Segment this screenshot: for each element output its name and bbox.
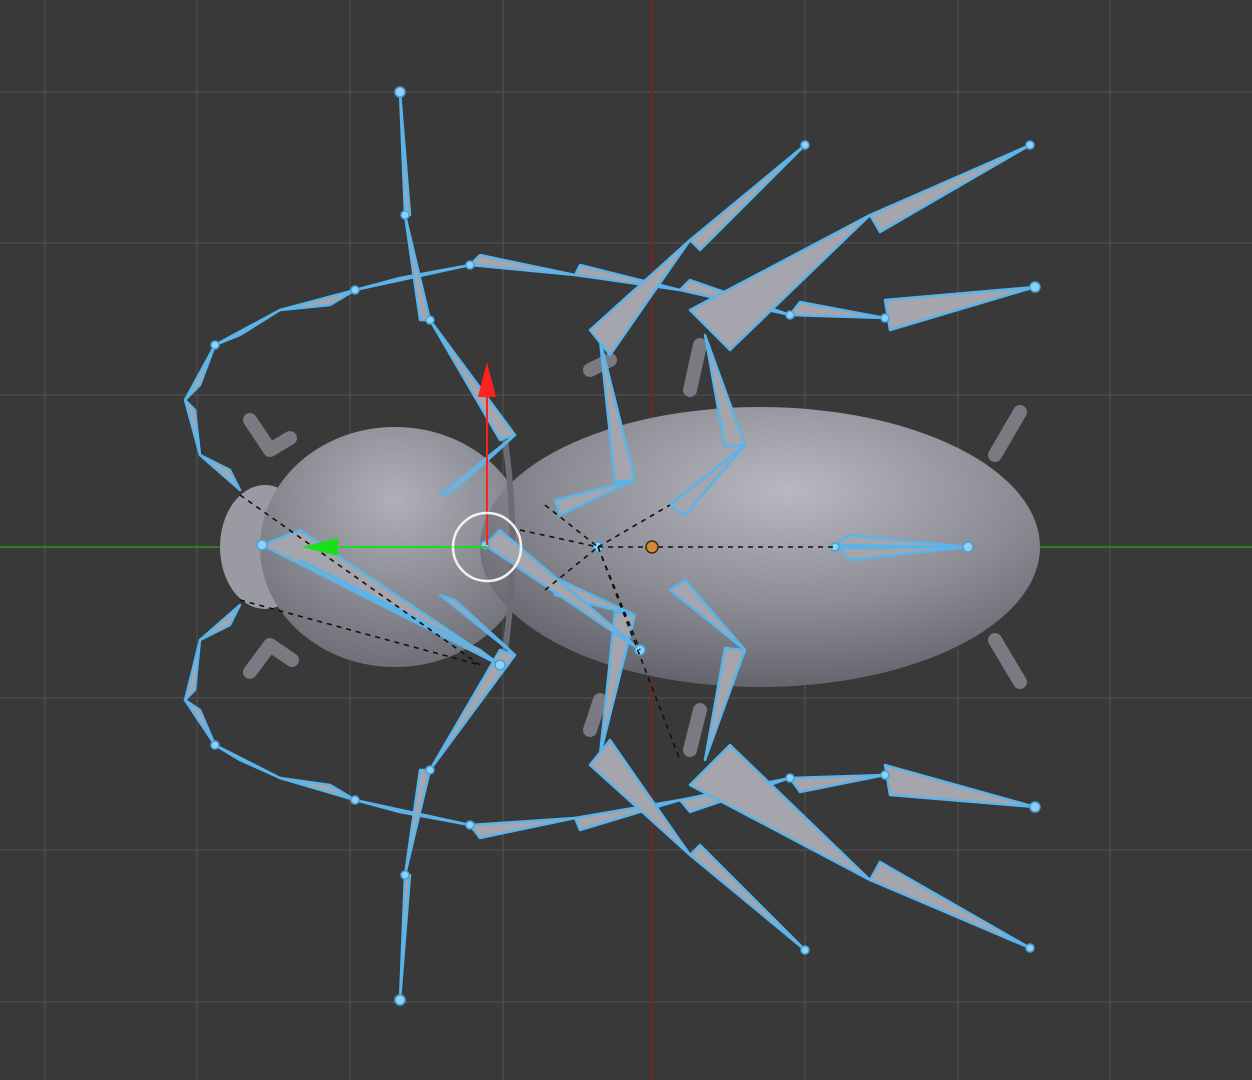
bone bbox=[278, 288, 357, 312]
bone bbox=[588, 238, 692, 357]
bone bbox=[588, 738, 692, 857]
bone bbox=[788, 300, 887, 320]
bone bbox=[688, 213, 872, 352]
object-origin[interactable] bbox=[645, 540, 659, 554]
3d-viewport[interactable] bbox=[0, 0, 1252, 1080]
bone bbox=[213, 743, 282, 780]
bone bbox=[688, 843, 807, 952]
bone bbox=[398, 873, 412, 1002]
bone bbox=[183, 698, 217, 747]
bone bbox=[688, 143, 807, 252]
bone bbox=[198, 603, 242, 642]
bone bbox=[398, 90, 412, 217]
bone bbox=[788, 773, 887, 794]
bone bbox=[198, 453, 242, 492]
bone bbox=[883, 763, 1037, 809]
bone bbox=[688, 743, 872, 882]
bone bbox=[883, 285, 1037, 332]
bone bbox=[403, 213, 432, 322]
x-arrow-icon[interactable] bbox=[478, 362, 496, 397]
bone bbox=[868, 860, 1032, 950]
bone bbox=[468, 816, 577, 840]
bone bbox=[468, 253, 577, 277]
bone bbox=[403, 768, 432, 877]
bone bbox=[278, 776, 357, 802]
bone bbox=[183, 343, 217, 402]
bone bbox=[213, 308, 282, 347]
bone bbox=[868, 143, 1032, 234]
